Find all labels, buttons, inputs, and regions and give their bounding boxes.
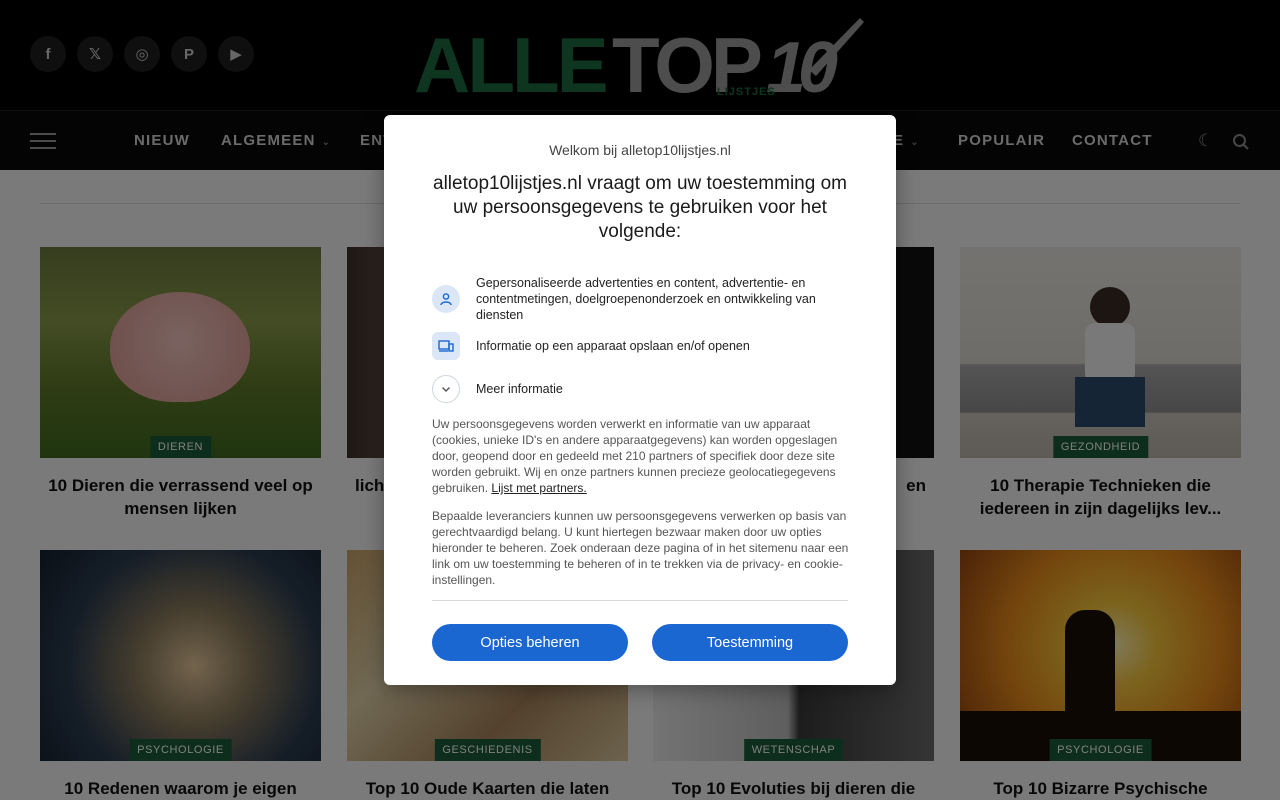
purpose-device-storage: Informatie op een apparaat opslaan en/of… xyxy=(432,332,852,360)
manage-options-button[interactable]: Opties beheren xyxy=(432,624,628,661)
consent-body-1: Uw persoonsgegevens worden verwerkt en i… xyxy=(432,416,852,496)
consent-button[interactable]: Toestemming xyxy=(652,624,848,661)
consent-heading: alletop10lijstjes.nl vraagt om uw toeste… xyxy=(433,173,847,242)
consent-welcome: Welkom bij alletop10lijstjes.nl xyxy=(549,142,731,158)
consent-body-2: Bepaalde leveranciers kunnen uw persoons… xyxy=(432,509,849,587)
more-info-label[interactable]: Meer informatie xyxy=(476,381,563,397)
more-info-toggle[interactable]: Meer informatie xyxy=(432,375,852,403)
chevron-down-icon[interactable] xyxy=(432,375,460,403)
dialog-divider xyxy=(432,600,848,601)
purpose-personalised-ads: Gepersonaliseerde advertenties en conten… xyxy=(432,275,852,323)
devices-icon xyxy=(432,332,460,360)
person-icon xyxy=(432,285,460,313)
purpose-text: Informatie op een apparaat opslaan en/of… xyxy=(476,339,750,353)
purpose-text: Gepersonaliseerde advertenties en conten… xyxy=(476,276,816,322)
partners-link[interactable]: Lijst met partners. xyxy=(491,481,586,495)
consent-dialog: Welkom bij alletop10lijstjes.nl alletop1… xyxy=(384,115,896,685)
